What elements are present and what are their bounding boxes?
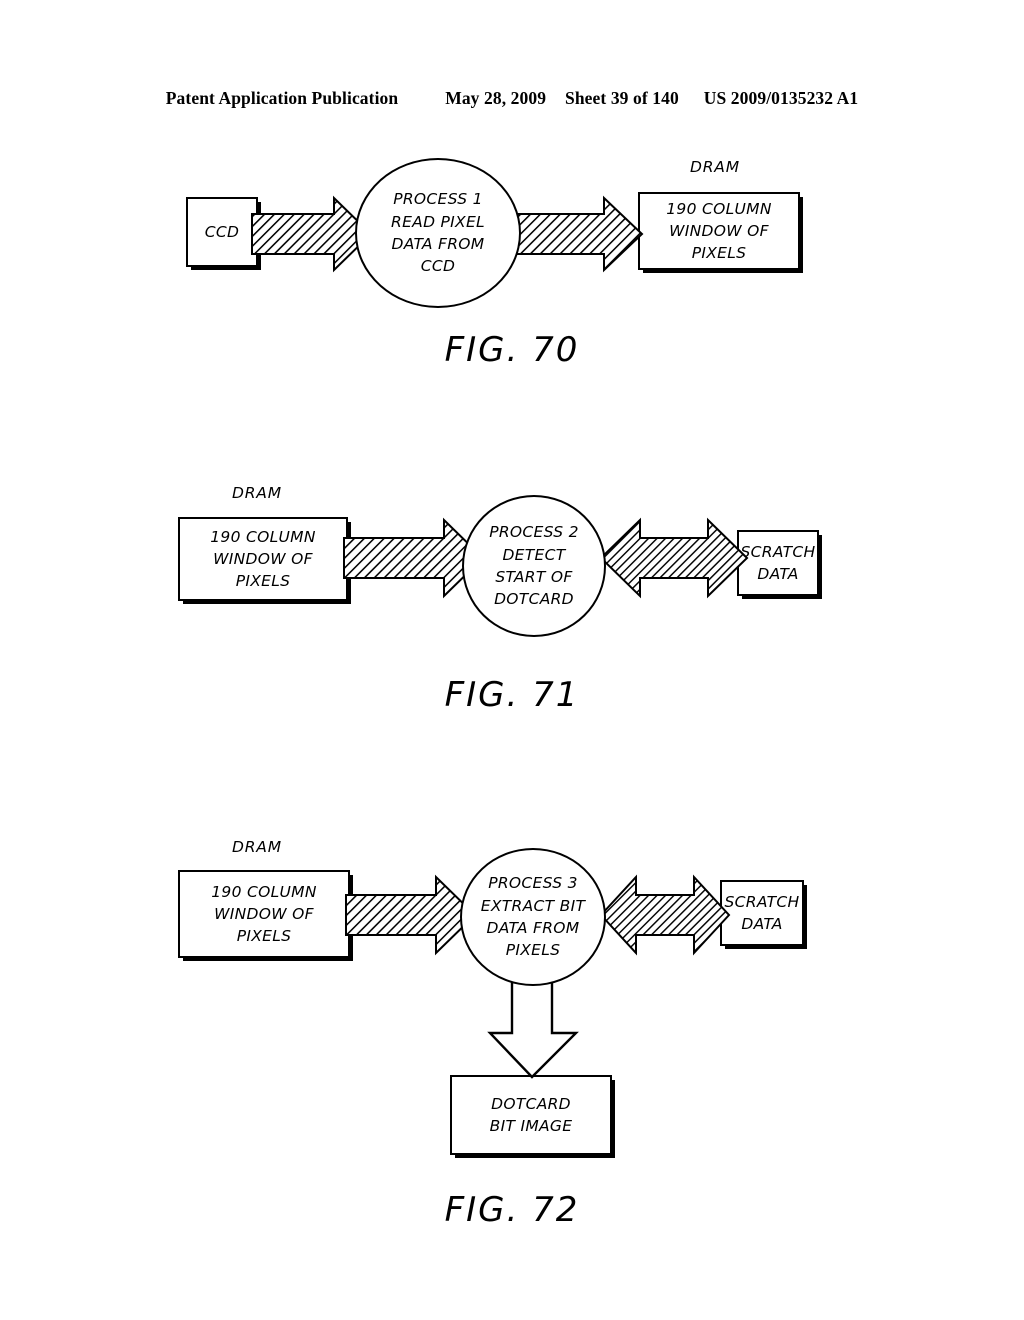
arrow-ccd-to-process <box>251 195 373 273</box>
dram-caption-72: DRAM <box>232 838 282 856</box>
process-3-label: PROCESS 3 EXTRACT BIT DATA FROM PIXELS <box>480 874 586 960</box>
dotcard-bit-image-box: DOTCARD BIT IMAGE <box>450 1075 612 1155</box>
dram-box-71-label: 190 COLUMN WINDOW OF PIXELS <box>210 528 316 590</box>
dotcard-bit-image-label: DOTCARD BIT IMAGE <box>489 1095 573 1135</box>
process-2-circle: PROCESS 2 DETECT START OF DOTCARD <box>462 495 606 637</box>
dram-box-71: 190 COLUMN WINDOW OF PIXELS <box>178 517 348 601</box>
process-1-label: PROCESS 1 READ PIXEL DATA FROM CCD <box>391 190 485 276</box>
arrow-process-to-dram <box>507 195 644 273</box>
arrow-dram-to-process-72 <box>345 874 477 956</box>
arrow-process-scratch-72 <box>599 874 731 956</box>
scratch-data-box-71-label: SCRATCH DATA <box>740 543 816 583</box>
scratch-data-box-72-label: SCRATCH DATA <box>724 893 800 933</box>
figure-71-title: FIG. 71 <box>444 675 580 715</box>
scratch-data-box-72: SCRATCH DATA <box>720 880 804 946</box>
figure-72-title: FIG. 72 <box>444 1190 580 1230</box>
process-1-circle: PROCESS 1 READ PIXEL DATA FROM CCD <box>355 158 521 308</box>
dram-box-72-label: 190 COLUMN WINDOW OF PIXELS <box>211 883 317 945</box>
dram-caption-71: DRAM <box>232 484 282 502</box>
arrow-process-scratch-71 <box>599 517 749 599</box>
scratch-data-box-71: SCRATCH DATA <box>737 530 819 596</box>
process-3-circle: PROCESS 3 EXTRACT BIT DATA FROM PIXELS <box>460 848 606 986</box>
process-2-label: PROCESS 2 DETECT START OF DOTCARD <box>489 523 579 609</box>
dram-box-72: 190 COLUMN WINDOW OF PIXELS <box>178 870 350 958</box>
